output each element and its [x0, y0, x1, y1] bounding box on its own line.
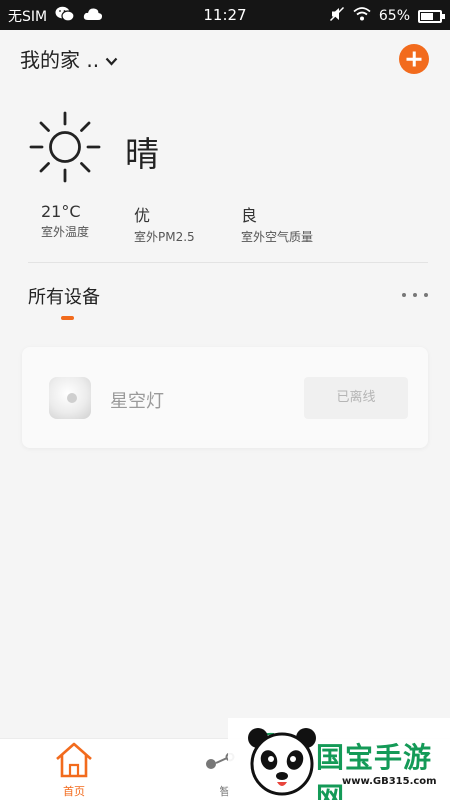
pm25-metric: 优 室外PM2.5 [134, 202, 241, 245]
home-icon [56, 742, 92, 778]
chevron-down-icon [105, 47, 118, 71]
weather-condition: 晴 [125, 135, 159, 175]
tab-all-devices[interactable]: 所有设备 [28, 283, 100, 309]
temperature-value: 21°C [41, 202, 81, 221]
nav-home-label: 首页 [63, 785, 85, 798]
dot-icon [424, 293, 428, 297]
pm25-value: 优 [134, 206, 151, 225]
home-selector[interactable]: 我的家 .. [20, 44, 118, 73]
watermark-text: 国宝手游网 [316, 741, 433, 800]
temperature-label: 室外温度 [41, 225, 90, 239]
add-device-button[interactable] [399, 44, 429, 74]
divider [28, 262, 428, 263]
air-quality-label: 室外空气质量 [241, 230, 314, 244]
watermark: 国宝手游网 www.GB315.com [228, 718, 450, 800]
night-light-icon [49, 377, 91, 419]
wifi-icon [353, 7, 371, 25]
panda-logo [248, 728, 316, 796]
device-status-button[interactable]: 已离线 [304, 377, 408, 419]
watermark-url: www.GB315.com [342, 776, 437, 787]
weather-metrics: 21°C 室外温度 优 室外PM2.5 良 室外空气质量 [41, 202, 313, 245]
home-name: 我的家 .. [20, 48, 100, 72]
device-card[interactable]: 星空灯 已离线 [22, 347, 428, 448]
dot-icon [402, 293, 406, 297]
more-options-button[interactable] [402, 288, 428, 302]
pm25-label: 室外PM2.5 [134, 230, 195, 244]
status-bar: 无SIM 11:27 65% [0, 0, 450, 30]
device-name: 星空灯 [110, 391, 164, 412]
weather-panel: 晴 21°C 室外温度 优 室外PM2.5 良 室外空气质量 [28, 110, 428, 250]
tab-indicator [61, 316, 74, 320]
battery-icon [418, 9, 445, 23]
battery-fill [421, 12, 433, 20]
air-quality-value: 良 [241, 206, 258, 225]
sun-icon [28, 110, 102, 184]
temperature-metric: 21°C 室外温度 [41, 202, 134, 245]
header: 我的家 .. [0, 30, 450, 85]
mute-icon [329, 6, 345, 26]
battery-percent: 65% [378, 8, 410, 24]
status-right: 65% [329, 6, 445, 26]
air-quality-metric: 良 室外空气质量 [241, 202, 313, 245]
dot-icon [413, 293, 417, 297]
